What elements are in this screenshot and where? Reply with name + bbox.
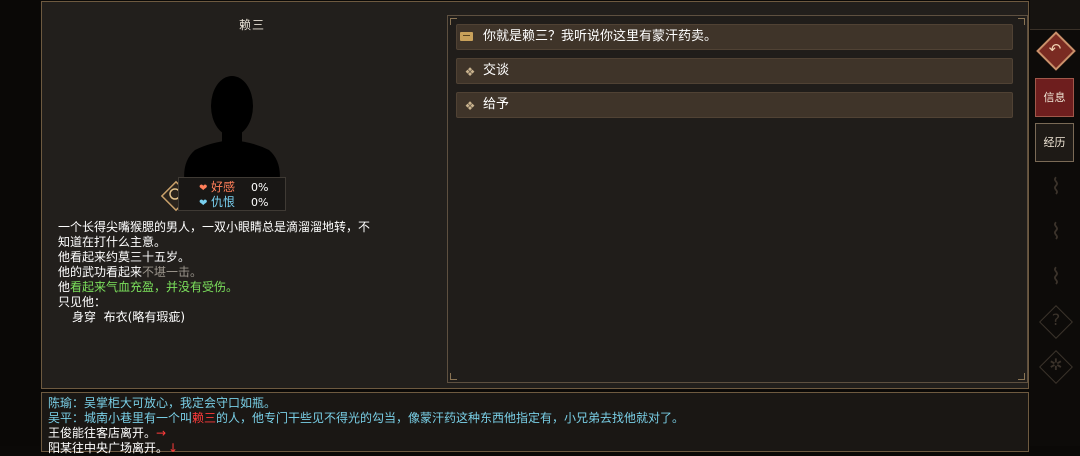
brush-icon[interactable]: ⌇ — [1038, 170, 1074, 206]
dialog-option-give[interactable]: ❖ 给予 — [456, 92, 1013, 118]
settings-icon[interactable]: ✲ — [1038, 347, 1074, 383]
dialog-option-talk[interactable]: ❖ 交谈 — [456, 58, 1013, 84]
equip-item: 布衣(略有瑕疵) — [103, 310, 186, 324]
arrow-down-icon: ↓ — [168, 441, 179, 455]
log-text: 阳某往中央广场离开。 — [48, 441, 169, 455]
favor-row: ❤ 好感 0% — [199, 180, 268, 195]
arrow-right-icon: → — [156, 426, 167, 440]
log-line: 陈瑜：吴掌柜大可放心，我定会守口如瓶。 — [48, 396, 277, 410]
desc-text: 他 — [58, 280, 71, 294]
log-text: 的人，他专门干些见不得光的勾当，像蒙汗药这种东西他指定有，小兄弟去找他就对了。 — [216, 411, 685, 425]
log-text: 王俊能往客店离开。 — [48, 426, 157, 440]
npc-silhouette-portrait — [184, 76, 280, 186]
desc-line: 只见他： — [58, 295, 107, 309]
info-button[interactable]: 信息 — [1035, 78, 1074, 117]
desc-line: 知道在打什么主意。 — [58, 235, 167, 249]
help-icon[interactable]: ? — [1038, 302, 1074, 338]
diamond-icon: ❖ — [464, 65, 476, 79]
log-line: 阳某往中央广场离开。↓ — [48, 441, 178, 456]
experience-button[interactable]: 经历 — [1035, 123, 1074, 162]
desc-line: 一个长得尖嘴猴腮的男人，一双小眼睛总是滴溜溜地转，不 — [58, 220, 371, 234]
corner-ornament — [1018, 373, 1025, 380]
hatred-label: 仇恨 — [211, 195, 236, 209]
heart-icon: ❤ — [199, 198, 208, 209]
log-line: 王俊能往客店离开。→ — [48, 426, 166, 441]
corner-ornament — [450, 373, 457, 380]
left-edge — [0, 0, 40, 446]
npc-name-highlight: 赖三 — [192, 411, 217, 425]
martial-rating: 不堪一击。 — [142, 265, 203, 279]
dialog-option-ask-drug[interactable]: 你就是赖三？我听说你这里有蒙汗药卖。 — [456, 24, 1013, 50]
chat-icon — [460, 32, 473, 41]
hatred-row: ❤ 仇恨 0% — [199, 195, 268, 210]
brush-icon[interactable]: ⌇ — [1038, 215, 1074, 251]
favor-label: 好感 — [211, 180, 236, 194]
dialog-options-panel: 你就是赖三？我听说你这里有蒙汗药卖。 ❖ 交谈 ❖ 给予 — [447, 15, 1028, 383]
hatred-value: 0% — [251, 196, 269, 209]
diamond-icon: ❖ — [464, 99, 476, 113]
character-panel: 赖三 ❤ 好感 0% ❤ 仇恨 0% 一个长得尖嘴猴腮的男人，一双小眼睛总是滴溜溜地转，… — [41, 1, 1029, 389]
favor-value: 0% — [251, 181, 269, 194]
desc-text: 他的武功看起来 — [58, 265, 143, 279]
return-arrow-icon: ↶ — [1048, 40, 1062, 58]
top-bar — [1030, 0, 1080, 30]
brush-icon[interactable]: ⌇ — [1038, 260, 1074, 296]
log-line: 吴平：城南小巷里有一个叫赖三的人，他专门干些见不得光的勾当，像蒙汗药这种东西他指… — [48, 411, 684, 426]
desc-martial-line: 他的武功看起来不堪一击。 — [58, 265, 418, 280]
relation-box: ❤ 好感 0% ❤ 仇恨 0% — [178, 177, 286, 211]
equip-slot: 身穿 — [72, 310, 97, 324]
npc-description: 一个长得尖嘴猴腮的男人，一双小眼睛总是滴溜溜地转，不 知道在打什么主意。 他看起… — [58, 220, 418, 325]
option-label: 你就是赖三？我听说你这里有蒙汗药卖。 — [483, 29, 718, 44]
option-label: 交谈 — [483, 63, 510, 78]
equipment-line: 身穿 布衣(略有瑕疵) — [58, 310, 418, 325]
corner-ornament — [1018, 18, 1025, 25]
health-status: 看起来气血充盈，并没有受伤。 — [70, 280, 239, 294]
option-label: 给予 — [483, 97, 510, 112]
heart-icon: ❤ — [199, 183, 208, 194]
message-log: 陈瑜：吴掌柜大可放心，我定会守口如瓶。 吴平：城南小巷里有一个叫赖三的人，他专门… — [41, 392, 1029, 455]
desc-line: 他看起来约莫三十五岁。 — [58, 250, 191, 264]
npc-name: 赖三 — [238, 18, 265, 32]
desc-health-line: 他看起来气血充盈，并没有受伤。 — [58, 280, 418, 295]
log-text: 吴平：城南小巷里有一个叫 — [48, 411, 193, 425]
